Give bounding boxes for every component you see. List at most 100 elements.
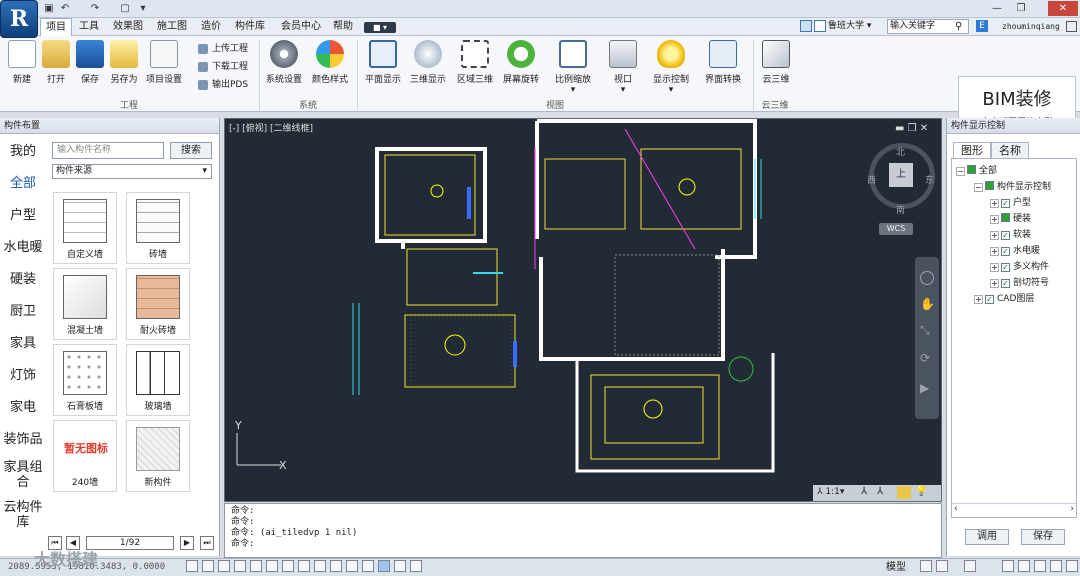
ducs-icon[interactable] — [282, 560, 294, 572]
prev-page-icon[interactable]: ◀ — [66, 536, 80, 550]
ortho-icon[interactable] — [218, 560, 230, 572]
style-switch[interactable]: ■ ▾ — [364, 22, 396, 33]
download-project-button[interactable]: 下载工程 — [196, 60, 248, 74]
display-control-button[interactable]: 显示控制 ▾ — [649, 40, 693, 95]
annotation-scale[interactable]: ⅄ 1:1▾ — [817, 487, 844, 497]
first-page-icon[interactable]: ⏮ — [48, 536, 62, 550]
sc-icon[interactable] — [362, 560, 374, 572]
tree-node-polysemous[interactable]: + ✓ 多义构件 — [990, 259, 1049, 275]
workspace-icon[interactable] — [897, 486, 911, 499]
project-settings-button[interactable]: 项目设置 — [142, 40, 186, 92]
checkbox-partial-icon[interactable] — [985, 181, 994, 190]
menu-arrow-icon[interactable]: ▾ — [136, 2, 150, 16]
category-furniture[interactable]: 家具 — [0, 328, 46, 359]
grid-icon[interactable] — [202, 560, 214, 572]
category-ornament[interactable]: 装饰品 — [0, 424, 46, 455]
user-menu-icon[interactable] — [1066, 21, 1077, 32]
otrack-icon[interactable] — [266, 560, 278, 572]
quick-view-icon[interactable] — [920, 560, 932, 572]
app-logo[interactable]: R — [0, 0, 38, 38]
auto-scale-icon[interactable]: ⅄ — [877, 486, 883, 497]
school-select[interactable]: 鲁班大学 ▾ — [828, 19, 886, 34]
region-3d-button[interactable]: 区域三维 — [455, 40, 495, 92]
quick-layout-icon[interactable] — [936, 560, 948, 572]
collapse-icon[interactable]: − — [974, 183, 983, 192]
menu-item-member[interactable]: 会员中心 — [276, 18, 326, 36]
scroll-left-icon[interactable]: ‹ — [954, 504, 958, 514]
checkbox-partial-icon[interactable] — [967, 165, 976, 174]
category-appliance[interactable]: 家电 — [0, 392, 46, 423]
component-custom-wall[interactable]: 自定义墙 — [53, 192, 117, 264]
menu-item-render[interactable]: 效果图 — [108, 18, 148, 36]
upload-project-button[interactable]: 上传工程 — [196, 42, 248, 56]
menu-item-project[interactable]: 项目 — [40, 18, 72, 36]
annotation-visibility-icon[interactable]: ⅄ — [861, 486, 867, 497]
workspace-switch-icon[interactable] — [1002, 560, 1014, 572]
save-as-button[interactable]: 另存为 — [104, 40, 144, 92]
am-icon[interactable] — [378, 560, 390, 572]
showmotion-icon[interactable]: ▶ — [920, 381, 929, 395]
menu-item-cost[interactable]: 造价 — [196, 18, 226, 36]
component-search-button[interactable]: 搜索 — [170, 142, 212, 159]
checkbox-checked-icon[interactable]: ✓ — [1001, 199, 1010, 208]
osnap-icon[interactable] — [250, 560, 262, 572]
component-search-input[interactable]: 输入构件名称 — [52, 142, 164, 159]
category-kitchen-bath[interactable]: 厨卫 — [0, 296, 46, 327]
expand-icon[interactable]: + — [990, 215, 999, 224]
component-brick-wall[interactable]: 砖墙 — [126, 192, 190, 264]
tree-node-display-control[interactable]: − 构件显示控制 — [974, 179, 1051, 195]
list-view-icon[interactable] — [814, 20, 826, 32]
apply-button[interactable]: 调用 — [965, 529, 1009, 545]
polar-icon[interactable] — [234, 560, 246, 572]
hardware-accel-icon[interactable] — [1034, 560, 1046, 572]
category-hard-decoration[interactable]: 硬装 — [0, 264, 46, 295]
steering-wheel-icon[interactable] — [920, 271, 934, 285]
component-240-wall[interactable]: 暂无图标 240墙 — [53, 420, 117, 492]
category-cloud-library[interactable]: 云构件库 — [0, 498, 46, 532]
next-page-icon[interactable]: ▶ — [180, 536, 194, 550]
menu-item-construction[interactable]: 施工图 — [152, 18, 192, 36]
drawing-viewport[interactable]: [-] [俯视] [二维线框] ▬ ❐ ✕ Y X 上 北 南 东 西 WCS … — [224, 118, 942, 502]
tab-name[interactable]: 名称 — [991, 142, 1029, 158]
bulb-small-icon[interactable]: 💡 — [915, 486, 927, 497]
grid-view-icon[interactable] — [800, 20, 812, 32]
category-mep[interactable]: 水电暖 — [0, 232, 46, 263]
component-firebrick-wall[interactable]: 耐火砖墙 — [126, 268, 190, 340]
account-icon[interactable]: E — [976, 20, 988, 32]
expand-icon[interactable]: + — [974, 295, 983, 304]
snap-icon[interactable] — [186, 560, 198, 572]
pan-icon[interactable]: ✋ — [920, 297, 935, 311]
view-cube-top[interactable]: 上 — [889, 163, 913, 187]
checkbox-checked-icon[interactable]: ✓ — [1001, 231, 1010, 240]
isolate-icon[interactable] — [1050, 560, 1062, 572]
qp-icon[interactable] — [346, 560, 358, 572]
system-settings-button[interactable]: 系统设置 — [264, 40, 304, 92]
command-input[interactable]: 命令: — [231, 539, 935, 550]
restore-icon[interactable]: ❐ — [1010, 1, 1032, 16]
viewport-button[interactable]: 视口 ▾ — [603, 40, 643, 95]
tpy-icon[interactable] — [394, 560, 406, 572]
floor-plan[interactable] — [225, 119, 942, 502]
menu-item-help[interactable]: 帮助 — [328, 18, 358, 36]
category-all[interactable]: 全部 — [0, 168, 46, 199]
save-quick-icon[interactable]: ▣ — [42, 2, 56, 16]
tree-node-soft-decoration[interactable]: + ✓ 软装 — [990, 227, 1031, 243]
model-space-button[interactable]: 模型 — [886, 559, 906, 576]
tree-node-all[interactable]: − 全部 — [956, 163, 997, 179]
wcs-button[interactable]: WCS — [879, 223, 913, 235]
component-new[interactable]: 新构件 — [126, 420, 190, 492]
lineweight-icon[interactable] — [314, 560, 326, 572]
checkbox-checked-icon[interactable]: ✓ — [1001, 263, 1010, 272]
dyn-icon[interactable] — [298, 560, 310, 572]
menu-item-library[interactable]: 构件库 — [230, 18, 270, 36]
checkbox-checked-icon[interactable]: ✓ — [985, 295, 994, 304]
page-icon[interactable]: ▢ — [118, 2, 132, 16]
search-icon[interactable]: ⚲ — [955, 19, 969, 34]
transparency-icon[interactable] — [330, 560, 342, 572]
cloud-3d-button[interactable]: 云三维 — [756, 40, 796, 92]
collapse-icon[interactable]: − — [956, 167, 965, 176]
component-concrete-wall[interactable]: 混凝土墙 — [53, 268, 117, 340]
checkbox-checked-icon[interactable]: ✓ — [1001, 247, 1010, 256]
export-pds-button[interactable]: 输出PDS — [196, 78, 248, 92]
layout-icon[interactable] — [410, 560, 422, 572]
